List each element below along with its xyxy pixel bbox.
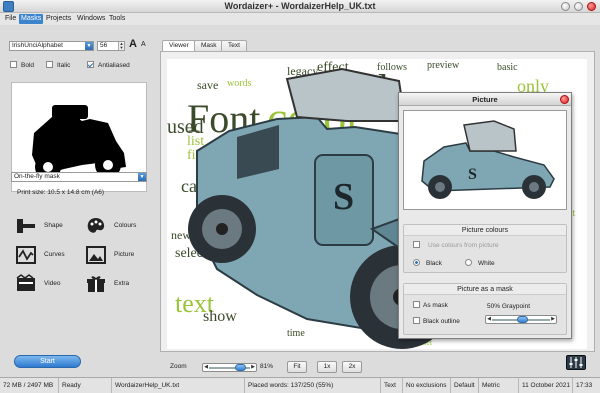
gift-icon — [87, 276, 105, 292]
palette-icon — [87, 218, 105, 233]
font-size-value: 56 — [100, 42, 108, 49]
sliders-icon — [569, 357, 583, 368]
curves-label: Curves — [44, 251, 65, 258]
tab-mask[interactable]: Mask — [194, 40, 224, 51]
title-bar: Wordaizer+ - WordaizerHelp_UK.txt — [0, 0, 600, 13]
car-thumbnail: S — [421, 120, 555, 199]
colours-label: Colours — [114, 222, 137, 229]
antialiased-label: Antialiased — [98, 62, 130, 69]
graypoint-slider[interactable]: ◀ ▶ — [485, 315, 557, 324]
mask-mode-select[interactable]: On-the-fly mask ▼ — [11, 172, 147, 182]
black-outline-label: Black outline — [423, 318, 460, 325]
menu-file[interactable]: File — [3, 14, 18, 24]
checkbox-box[interactable] — [413, 241, 420, 248]
left-panel: IrishUnciAlphabet ▼ 56 ▲ ▼ A A Bold Itali… — [0, 25, 158, 377]
mask-mode-value: On-the-fly mask — [14, 173, 60, 180]
use-colours-checkbox[interactable]: Use colours from picture — [413, 241, 498, 250]
zoom-2x-button[interactable]: 2x — [342, 361, 362, 373]
window-title: Wordaizer+ - WordaizerHelp_UK.txt — [224, 1, 376, 11]
picture-colours-heading: Picture colours — [404, 225, 566, 236]
spin-arrows-icon: ▲ ▼ — [118, 41, 124, 50]
chevron-down-icon: ▼ — [85, 42, 93, 50]
picture-icon — [86, 246, 106, 264]
shape-icon — [17, 219, 35, 233]
radio-dot[interactable] — [413, 259, 420, 266]
exclusions-status: No exclusions — [402, 378, 446, 393]
as-mask-label: As mask — [423, 302, 448, 309]
font-family-select[interactable]: IrishUnciAlphabet ▼ — [9, 41, 94, 51]
picture-preview: S — [403, 110, 567, 210]
as-mask-checkbox[interactable]: As mask — [413, 301, 448, 310]
curves-icon — [16, 246, 36, 264]
dialog-close-button[interactable] — [560, 95, 569, 104]
print-size-label: Print size: 10.5 x 14.8 cm (A6) — [17, 189, 105, 196]
italic-label: Italic — [57, 62, 71, 69]
checkbox-box[interactable] — [10, 61, 17, 68]
increase-font-button[interactable]: A — [129, 38, 137, 50]
slider-thumb[interactable] — [516, 316, 528, 323]
menu-tools[interactable]: Tools — [107, 14, 127, 24]
bold-checkbox[interactable]: Bold — [10, 61, 34, 69]
svg-text:S: S — [333, 176, 354, 218]
checkbox-box[interactable] — [413, 301, 420, 308]
graypoint-label: 50% Graypoint — [487, 303, 530, 310]
zoom-label: Zoom — [170, 363, 187, 370]
time-status: 17:33 — [572, 378, 592, 393]
chevron-down-icon: ▼ — [138, 173, 146, 181]
menu-windows[interactable]: Windows — [75, 14, 107, 24]
black-outline-checkbox[interactable]: Black outline — [413, 317, 460, 326]
zoom-row: Zoom — [170, 361, 187, 373]
date-status: 11 October 2021 — [518, 378, 570, 393]
menu-bar: File Masks Projects Windows Tools — [0, 13, 600, 25]
close-button[interactable] — [587, 2, 596, 11]
zoom-fit-button[interactable]: Fit — [287, 361, 307, 373]
placed-words-status: Placed words: 137/250 (55%) — [244, 378, 333, 393]
radio-dot[interactable] — [465, 259, 472, 266]
memory-status: 72 MB / 2497 MB — [3, 382, 54, 389]
extra-label: Extra — [114, 280, 130, 287]
zoom-value: 81% — [260, 363, 274, 370]
zoom-slider[interactable]: ◀ ▶ — [202, 363, 257, 372]
black-radio[interactable]: Black — [413, 259, 442, 268]
file-status: WordaizerHelp_UK.txt — [111, 378, 179, 393]
state-status: Ready — [58, 378, 81, 393]
video-icon — [16, 274, 35, 291]
font-size-stepper[interactable]: 56 ▲ ▼ — [97, 41, 125, 51]
tab-viewer[interactable]: Viewer — [162, 40, 196, 51]
settings-button[interactable] — [566, 355, 586, 370]
black-label: Black — [426, 260, 442, 267]
white-label: White — [478, 260, 495, 267]
dialog-title: Picture — [399, 93, 571, 106]
minimize-button[interactable] — [561, 2, 570, 11]
shape-label: Shape — [44, 222, 63, 229]
maximize-button[interactable] — [574, 2, 583, 11]
units-status: Metric — [478, 378, 500, 393]
video-label: Video — [44, 280, 61, 287]
menu-masks[interactable]: Masks — [19, 14, 44, 24]
checkbox-box[interactable] — [413, 317, 420, 324]
start-button[interactable]: Start — [14, 355, 81, 368]
checkbox-box[interactable] — [87, 61, 94, 68]
bold-label: Bold — [21, 62, 35, 69]
status-bar: 72 MB / 2497 MB Ready WordaizerHelp_UK.t… — [0, 377, 600, 393]
profile-status: Default — [450, 378, 475, 393]
picture-dialog: Picture S Picture colours Use colours fr… — [398, 92, 572, 339]
menu-projects[interactable]: Projects — [44, 14, 73, 24]
checkbox-box[interactable] — [46, 61, 53, 68]
font-family-value: IrishUnciAlphabet — [12, 42, 63, 49]
picture-mask-heading: Picture as a mask — [404, 284, 566, 295]
svg-text:S: S — [468, 166, 477, 183]
italic-checkbox[interactable]: Italic — [46, 61, 70, 69]
antialiased-checkbox[interactable]: Antialiased — [87, 61, 130, 69]
mode-status: Text — [380, 378, 396, 393]
tab-text[interactable]: Text — [221, 40, 247, 51]
slider-right-arrow-icon[interactable]: ▶ — [550, 316, 556, 323]
white-radio[interactable]: White — [465, 259, 495, 268]
slider-thumb[interactable] — [234, 364, 246, 371]
zoom-1x-button[interactable]: 1x — [317, 361, 337, 373]
use-colours-label: Use colours from picture — [428, 242, 499, 249]
decrease-font-button[interactable]: A — [141, 41, 146, 48]
slider-right-arrow-icon[interactable]: ▶ — [250, 364, 256, 371]
picture-label: Picture — [114, 251, 135, 258]
